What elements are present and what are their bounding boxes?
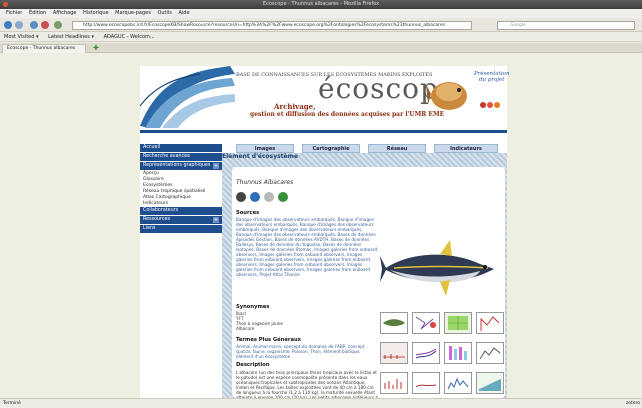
menu-accueil[interactable]: Accueil <box>140 144 222 152</box>
thumbnail[interactable] <box>476 372 504 394</box>
browser-window: Ecoscope - Thunnus albacares - Mozilla F… <box>0 0 642 407</box>
tab-images[interactable]: Images <box>236 144 294 153</box>
thumbnail[interactable] <box>380 372 408 394</box>
partner-logo-icon[interactable] <box>278 192 288 202</box>
menu-fichier[interactable]: Fichier <box>6 10 22 16</box>
content-tabs: Images Cartographie Réseau Indicateurs <box>236 144 498 153</box>
termes-text[interactable]: Animal, Animal marin, concept du domaine… <box>236 344 378 359</box>
stop-icon[interactable] <box>41 21 49 29</box>
menu-representations-label: Représentations graphiques <box>143 163 211 168</box>
thumbnail[interactable] <box>412 372 440 394</box>
tab-ecoscope[interactable]: Ecoscope - Thunnus albacares <box>2 44 86 53</box>
tab-indicateurs[interactable]: Indicateurs <box>434 144 498 153</box>
title-bar: Ecoscope - Thunnus albacares - Mozilla F… <box>0 0 642 9</box>
sources-text[interactable]: Banque d'images des observateurs embarqu… <box>236 217 378 277</box>
bookmark-most-visited[interactable]: Most Visited ▾ <box>4 34 39 40</box>
presentation-link[interactable]: Présentation du projet <box>474 71 510 83</box>
tab-cartographie[interactable]: Cartographie <box>302 144 360 153</box>
flag-fr-icon[interactable] <box>480 102 486 108</box>
thumbnail[interactable] <box>444 372 472 394</box>
menu-marque-pages[interactable]: Marque-pages <box>115 10 151 16</box>
thumbnail[interactable] <box>412 342 440 364</box>
flag-es-icon[interactable] <box>494 102 500 108</box>
bookmark-adaguc[interactable]: ADAGUC - Welcom... <box>104 34 155 40</box>
thumbnail[interactable] <box>444 342 472 364</box>
expand-icon[interactable]: + <box>213 217 219 223</box>
thumbnail[interactable] <box>476 312 504 334</box>
bookmarks-toolbar: Most Visited ▾ Latest Headlines ▾ ADAGUC… <box>0 33 642 42</box>
reload-icon[interactable] <box>30 21 38 29</box>
tab-bar: Ecoscope - Thunnus albacares ✚ <box>0 43 642 53</box>
bookmark-latest-headlines[interactable]: Latest Headlines ▾ <box>48 34 94 40</box>
menu-aide[interactable]: Aide <box>178 10 189 16</box>
back-icon[interactable] <box>4 21 12 29</box>
synonymes-list: Ibacl YFT Thon à nageoire jaune Albacore <box>236 311 336 331</box>
thumbnail[interactable] <box>380 342 408 364</box>
menu-collaborateurs[interactable]: Collaborateurs <box>140 207 222 215</box>
header-swirl-image <box>140 66 235 128</box>
home-icon[interactable] <box>54 21 62 29</box>
window-close-icon[interactable] <box>3 2 8 7</box>
tuna-illustration <box>380 240 494 296</box>
partner-logos <box>236 192 300 206</box>
menu-affichage[interactable]: Affichage <box>53 10 77 16</box>
expand-icon[interactable]: + <box>213 163 219 169</box>
menu-representations[interactable]: Représentations graphiques + <box>140 162 222 170</box>
tab-reseau[interactable]: Réseau <box>368 144 426 153</box>
menu-ressources-label: Ressources <box>143 217 170 222</box>
ecoscope-page: BASE DE CONNAISSANCES SUR LES ÉCOSYSTÈME… <box>140 66 510 398</box>
side-menu: Accueil Recherche avancée Représentation… <box>140 133 222 398</box>
url-bar[interactable]: http://www.ecoscopebc.ird.fr/EcoscopeKB/… <box>72 21 472 30</box>
menu-ressources[interactable]: Ressources + <box>140 216 222 224</box>
partner-logo-icon[interactable] <box>250 192 260 202</box>
synonymes-heading: Synonymes <box>236 304 270 310</box>
thumbnail[interactable] <box>476 342 504 364</box>
forward-icon[interactable] <box>15 21 23 29</box>
status-text: Terminé <box>3 401 21 406</box>
page-viewport: BASE DE CONNAISSANCES SUR LES ÉCOSYSTÈME… <box>0 54 642 398</box>
description-text: L'albacore (un des trois principaux thon… <box>236 370 378 398</box>
species-name: Thunnus Albacares <box>236 179 294 186</box>
menu-outils[interactable]: Outils <box>157 10 171 16</box>
header-fish-image <box>426 82 467 110</box>
page-title: Elément d'écosystème <box>222 153 298 160</box>
search-input[interactable]: Google <box>497 21 635 30</box>
sources-heading: Sources <box>236 210 260 216</box>
termes-heading: Termes Plus Généraux <box>236 337 301 343</box>
thumbnail[interactable] <box>380 312 408 334</box>
flag-en-icon[interactable] <box>487 102 493 108</box>
new-tab-icon[interactable]: ✚ <box>93 44 99 52</box>
menu-recherche[interactable]: Recherche avancée <box>140 153 222 161</box>
site-header: BASE DE CONNAISSANCES SUR LES ÉCOSYSTÈME… <box>140 66 510 130</box>
thumbnail[interactable] <box>412 312 440 334</box>
window-title: Ecoscope - Thunnus albacares - Mozilla F… <box>262 1 380 7</box>
header-subtitle-2: gestion et diffusion des données acquise… <box>250 111 445 118</box>
language-flags <box>480 102 501 110</box>
image-thumbnails <box>380 312 505 398</box>
header-subtitle-1: Archivage, <box>274 102 316 111</box>
menu-historique[interactable]: Historique <box>83 10 109 16</box>
menu-liens[interactable]: Liens <box>140 225 222 233</box>
menu-bar: Fichier Édition Affichage Historique Mar… <box>0 9 642 18</box>
synonym-4: Albacore <box>236 326 255 331</box>
partner-logo-icon[interactable] <box>264 192 274 202</box>
status-bar: Terminé zotero <box>0 398 642 407</box>
menu-edition[interactable]: Édition <box>29 10 46 16</box>
thumbnail[interactable] <box>444 312 472 334</box>
navigation-toolbar: http://www.ecoscopebc.ird.fr/EcoscopeKB/… <box>0 18 642 32</box>
presentation-line-2: du projet <box>479 77 505 83</box>
description-heading: Description <box>236 362 270 368</box>
partner-logo-icon[interactable] <box>236 192 246 202</box>
